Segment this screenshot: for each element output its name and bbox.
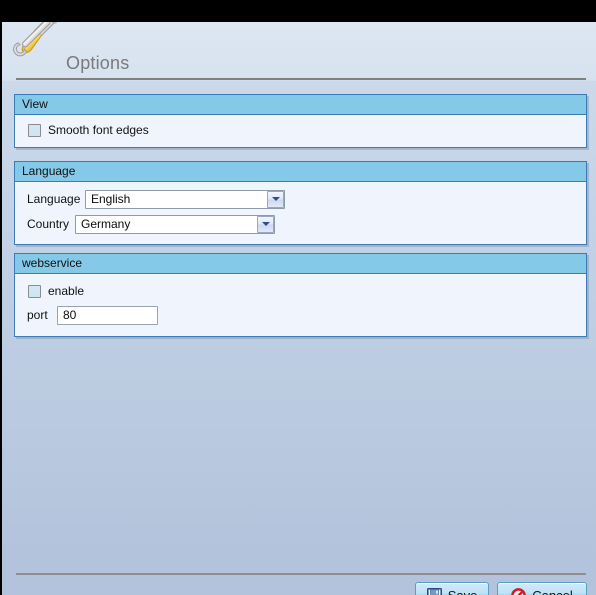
- group-webservice-body: enable port 80: [15, 274, 586, 335]
- group-language-body: Language English Country Germany: [15, 182, 586, 243]
- group-view: View Smooth font edges: [14, 94, 587, 148]
- port-input-value: 80: [63, 308, 77, 322]
- chevron-down-glyph: [261, 222, 270, 226]
- language-field-label: Language: [27, 192, 81, 206]
- chevron-down-glyph: [271, 197, 280, 201]
- group-view-body: Smooth font edges: [15, 115, 586, 146]
- country-field-label: Country: [27, 217, 70, 231]
- footer-divider: [16, 573, 586, 575]
- port-input[interactable]: 80: [57, 305, 158, 325]
- country-field-row: Country Germany: [27, 214, 275, 234]
- tools-wrench-screwdriver-icon: [8, 22, 64, 61]
- dialog-action-bar: Save Cancel: [415, 582, 587, 595]
- port-field-label: port: [27, 308, 48, 322]
- header-divider: [16, 78, 586, 80]
- floppy-disk-save-icon: [426, 587, 442, 595]
- group-language-header: Language: [15, 162, 586, 182]
- cancel-button-label: Cancel: [532, 587, 573, 595]
- group-language: Language Language English Country German…: [14, 161, 587, 245]
- dialog-header: Options: [2, 22, 596, 80]
- country-select[interactable]: Germany: [75, 214, 275, 234]
- webservice-port-row: port 80: [27, 305, 158, 325]
- smooth-font-edges-row[interactable]: Smooth font edges: [28, 120, 149, 140]
- save-button[interactable]: Save: [415, 582, 489, 595]
- smooth-font-edges-label: Smooth font edges: [48, 123, 149, 137]
- no-entry-cancel-icon: [511, 587, 527, 595]
- cancel-button[interactable]: Cancel: [497, 582, 587, 595]
- save-button-label: Save: [447, 587, 478, 595]
- webservice-enable-checkbox[interactable]: [28, 284, 41, 298]
- page-title: Options: [66, 53, 130, 73]
- webservice-enable-label: enable: [48, 284, 85, 298]
- group-view-header: View: [15, 95, 586, 115]
- language-select-value: English: [91, 192, 131, 206]
- chevron-down-icon[interactable]: [257, 215, 274, 233]
- language-field-row: Language English: [27, 189, 285, 209]
- webservice-enable-row[interactable]: enable: [28, 281, 84, 301]
- group-webservice: webservice enable port 80: [14, 253, 587, 337]
- options-dialog-window: Options View Smooth font edges Language …: [2, 22, 596, 595]
- desktop-backdrop: Options View Smooth font edges Language …: [0, 0, 596, 595]
- chevron-down-icon[interactable]: [267, 190, 284, 208]
- country-select-value: Germany: [81, 217, 131, 231]
- group-webservice-header: webservice: [15, 254, 586, 274]
- smooth-font-edges-checkbox[interactable]: [28, 123, 41, 137]
- language-select[interactable]: English: [85, 189, 285, 209]
